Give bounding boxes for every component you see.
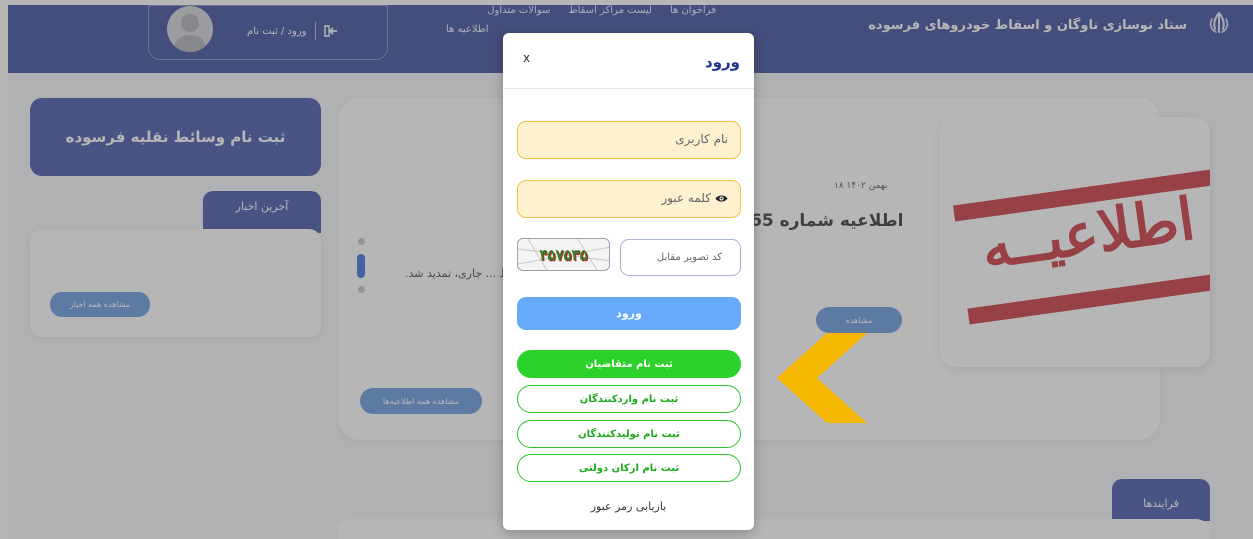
captcha-placeholder: کد تصویر مقابل [656,252,722,263]
captcha-image[interactable]: ۴۵۷۵۳۵ [517,238,610,271]
modal-header: ورود x [503,33,754,89]
captcha-text: ۴۵۷۵۳۵ [539,245,588,264]
login-button[interactable]: ورود [517,297,741,330]
password-field[interactable]: کلمه عبور [517,180,741,218]
close-icon[interactable]: x [523,51,530,65]
username-placeholder: نام کاربری [675,132,728,146]
forgot-password-link[interactable]: بازیابی رمز عبور [503,500,754,513]
register-producers-button[interactable]: ثبت نام تولیدکنندگان [517,420,741,448]
password-placeholder: کلمه عبور [661,191,711,205]
chevron-left-icon [777,333,867,423]
login-modal: ورود x نام کاربری کلمه عبور ۴۵۷۵۳۵ کد تص… [503,33,754,530]
modal-title: ورود [705,53,740,71]
password-field-label: کلمه عبور [661,191,728,205]
username-field[interactable]: نام کاربری [517,121,741,159]
register-government-button[interactable]: ثبت نام ارکان دولتی [517,454,741,482]
register-importers-button[interactable]: ثبت نام واردکنندگان [517,385,741,413]
eye-icon[interactable] [715,194,728,203]
captcha-input[interactable]: کد تصویر مقابل [620,239,741,276]
register-applicants-button[interactable]: ثبت نام متقاضیان [517,350,741,378]
